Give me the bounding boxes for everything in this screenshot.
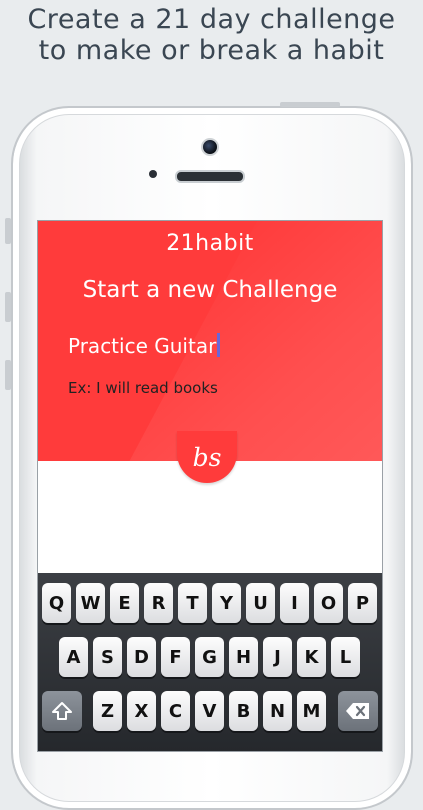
text-caret — [217, 333, 221, 357]
app-screen: 21habit Start a new Challenge Practice G… — [37, 220, 383, 752]
key-z[interactable]: Z — [93, 691, 122, 731]
key-c[interactable]: C — [161, 691, 190, 731]
keyboard-row-1: Q W E R T Y U I O P — [38, 583, 382, 627]
key-r[interactable]: R — [144, 583, 173, 623]
app-name: 21habit — [166, 231, 254, 256]
keyboard-row-2: A S D F G H J K L — [38, 637, 382, 681]
promo-line-1: Create a 21 day challenge — [27, 4, 396, 35]
key-p[interactable]: P — [348, 583, 377, 623]
shift-key[interactable] — [42, 691, 82, 731]
key-u[interactable]: U — [246, 583, 275, 623]
key-t[interactable]: T — [178, 583, 207, 623]
volume-down-button — [5, 360, 11, 390]
key-s[interactable]: S — [93, 637, 122, 677]
key-b[interactable]: B — [229, 691, 258, 731]
keyboard: Q W E R T Y U I O P A S D F G H J K L Z … — [38, 573, 382, 751]
keyboard-row-3: Z X C V B N M — [38, 691, 382, 735]
key-k[interactable]: K — [297, 637, 326, 677]
key-x[interactable]: X — [127, 691, 156, 731]
key-w[interactable]: W — [76, 583, 105, 623]
promo-line-2: to make or break a habit — [38, 35, 385, 66]
key-d[interactable]: D — [127, 637, 156, 677]
habit-input[interactable]: Practice Guitar — [68, 333, 338, 365]
key-a[interactable]: A — [59, 637, 88, 677]
key-h[interactable]: H — [229, 637, 258, 677]
promo-headline: Create a 21 day challenge to make or bre… — [0, 4, 423, 66]
key-n[interactable]: N — [263, 691, 292, 731]
delete-key[interactable] — [338, 691, 378, 731]
logo-badge[interactable]: bs — [177, 431, 237, 483]
key-j[interactable]: J — [263, 637, 292, 677]
example-hint: Ex: I will read books — [68, 379, 218, 397]
key-l[interactable]: L — [331, 637, 360, 677]
delete-backspace-icon — [346, 703, 369, 719]
proximity-sensor — [149, 170, 157, 178]
key-o[interactable]: O — [314, 583, 343, 623]
key-y[interactable]: Y — [212, 583, 241, 623]
logo-text: bs — [192, 442, 222, 472]
key-g[interactable]: G — [195, 637, 224, 677]
key-i[interactable]: I — [280, 583, 309, 623]
habit-input-value: Practice Guitar — [68, 334, 217, 358]
header-panel: 21habit Start a new Challenge Practice G… — [38, 221, 382, 461]
key-m[interactable]: M — [297, 691, 326, 731]
key-f[interactable]: F — [161, 637, 190, 677]
front-camera — [201, 138, 219, 156]
earpiece-speaker — [175, 170, 245, 183]
shift-arrow-icon — [52, 702, 72, 720]
power-button — [280, 102, 340, 107]
key-v[interactable]: V — [195, 691, 224, 731]
mute-switch — [5, 218, 11, 244]
volume-up-button — [5, 292, 11, 322]
key-e[interactable]: E — [110, 583, 139, 623]
screen-title: Start a new Challenge — [82, 277, 338, 303]
key-q[interactable]: Q — [42, 583, 71, 623]
